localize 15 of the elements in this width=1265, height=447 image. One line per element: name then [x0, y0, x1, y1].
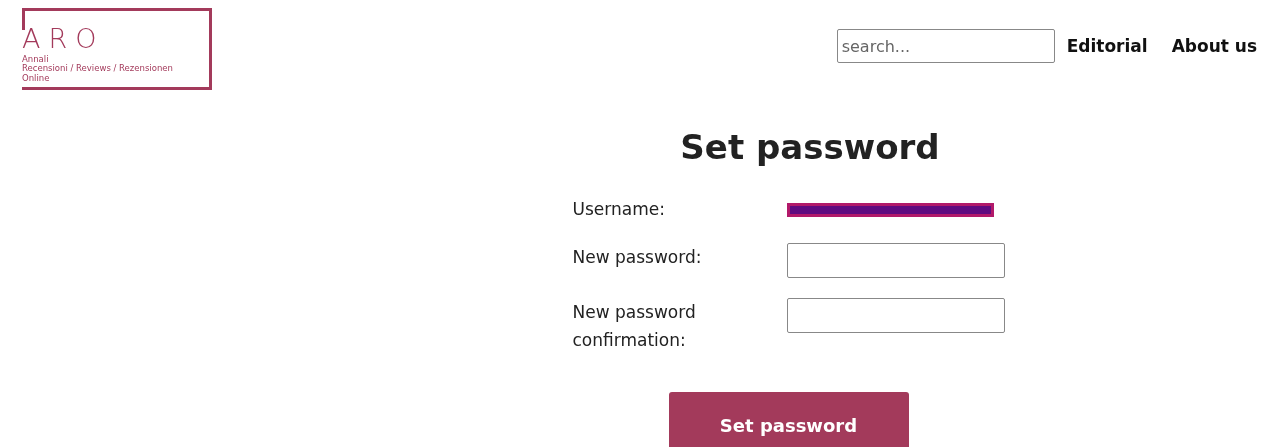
password-field[interactable]	[786, 243, 1005, 278]
logo-text: Recensioni / Reviews / Rezensionen	[22, 64, 174, 74]
logo-text: Online	[22, 73, 51, 83]
logo[interactable]: ARO Annali Recensioni / Reviews / Rezensionen Online	[22, 8, 212, 90]
page-title: Set password	[680, 127, 940, 167]
set-password-button[interactable]: Set password	[668, 392, 909, 447]
password-field[interactable]	[786, 298, 1005, 333]
logo-text: Annali	[22, 54, 50, 64]
field-label: Username:	[572, 198, 666, 221]
logo-mark: ARO	[22, 24, 106, 52]
nav-link[interactable]: Editorial	[1066, 36, 1148, 56]
nav-link[interactable]: About us	[1171, 36, 1257, 56]
field-label: New password:	[572, 246, 703, 269]
field-label: New password confirmation:	[572, 301, 697, 352]
search-field[interactable]: search...	[836, 29, 1055, 63]
